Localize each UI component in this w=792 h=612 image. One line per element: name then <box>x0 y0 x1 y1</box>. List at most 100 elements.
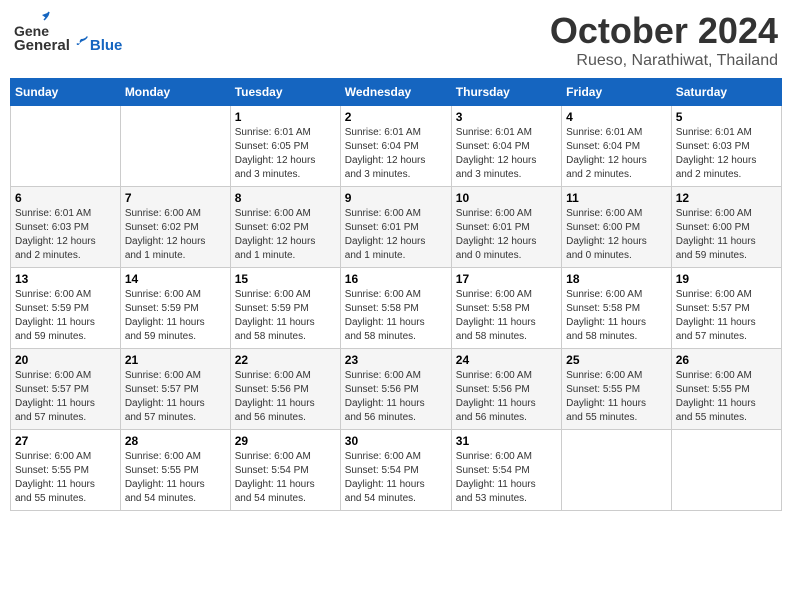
day-info: Sunrise: 6:00 AM Sunset: 6:02 PM Dayligh… <box>235 207 336 263</box>
day-number: 23 <box>345 353 447 367</box>
calendar-header: SundayMondayTuesdayWednesdayThursdayFrid… <box>11 79 782 106</box>
calendar-cell: 1 Sunrise: 6:01 AM Sunset: 6:05 PM Daylig… <box>230 106 340 187</box>
calendar-cell <box>562 430 672 511</box>
calendar-cell: 19 Sunrise: 6:00 AM Sunset: 5:57 PM Dayli… <box>671 268 781 349</box>
day-number: 31 <box>456 434 557 448</box>
day-number: 25 <box>566 353 667 367</box>
day-info: Sunrise: 6:00 AM Sunset: 5:57 PM Dayligh… <box>676 288 777 344</box>
day-number: 13 <box>15 272 116 286</box>
calendar-cell: 9Sunrise: 6:00 AM Sunset: 6:01 PM Daylig… <box>340 187 451 268</box>
day-info: Sunrise: 6:00 AM Sunset: 5:59 PM Dayligh… <box>235 288 336 344</box>
day-info: Sunrise: 6:00 AM Sunset: 5:55 PM Dayligh… <box>125 450 226 506</box>
day-info: Sunrise: 6:01 AM Sunset: 6:05 PM Dayligh… <box>235 126 336 182</box>
day-info: Sunrise: 6:00 AM Sunset: 5:56 PM Dayligh… <box>345 369 447 425</box>
calendar-week-1: 1 Sunrise: 6:01 AM Sunset: 6:05 PM Daylig… <box>11 106 782 187</box>
day-info: Sunrise: 6:00 AM Sunset: 6:02 PM Dayligh… <box>125 207 226 263</box>
day-number: 12 <box>676 191 777 205</box>
day-info: Sunrise: 6:00 AM Sunset: 5:54 PM Dayligh… <box>456 450 557 506</box>
logo-bird-icon <box>71 36 89 54</box>
day-info: Sunrise: 6:00 AM Sunset: 5:58 PM Dayligh… <box>456 288 557 344</box>
day-number: 5 <box>676 110 777 124</box>
day-number: 7 <box>125 191 226 205</box>
day-info: Sunrise: 6:00 AM Sunset: 5:57 PM Dayligh… <box>125 369 226 425</box>
day-info: Sunrise: 6:00 AM Sunset: 5:57 PM Dayligh… <box>15 369 116 425</box>
day-number: 2 <box>345 110 447 124</box>
day-info: Sunrise: 6:00 AM Sunset: 5:55 PM Dayligh… <box>15 450 116 506</box>
weekday-header-friday: Friday <box>562 79 672 106</box>
day-number: 1 <box>235 110 336 124</box>
day-info: Sunrise: 6:01 AM Sunset: 6:04 PM Dayligh… <box>345 126 447 182</box>
day-number: 24 <box>456 353 557 367</box>
calendar-cell: 30 Sunrise: 6:00 AM Sunset: 5:54 PM Dayli… <box>340 430 451 511</box>
day-info: Sunrise: 6:01 AM Sunset: 6:03 PM Dayligh… <box>676 126 777 182</box>
day-info: Sunrise: 6:00 AM Sunset: 5:55 PM Dayligh… <box>676 369 777 425</box>
calendar-week-3: 13 Sunrise: 6:00 AM Sunset: 5:59 PM Dayli… <box>11 268 782 349</box>
calendar-cell: 2 Sunrise: 6:01 AM Sunset: 6:04 PM Daylig… <box>340 106 451 187</box>
calendar-table: SundayMondayTuesdayWednesdayThursdayFrid… <box>10 78 782 511</box>
day-info: Sunrise: 6:01 AM Sunset: 6:04 PM Dayligh… <box>456 126 557 182</box>
calendar-cell: 5 Sunrise: 6:01 AM Sunset: 6:03 PM Daylig… <box>671 106 781 187</box>
calendar-cell: 26 Sunrise: 6:00 AM Sunset: 5:55 PM Dayli… <box>671 349 781 430</box>
weekday-header-thursday: Thursday <box>451 79 561 106</box>
calendar-cell: 14 Sunrise: 6:00 AM Sunset: 5:59 PM Dayli… <box>120 268 230 349</box>
logo-general: General <box>14 37 70 54</box>
calendar-cell: 13 Sunrise: 6:00 AM Sunset: 5:59 PM Dayli… <box>11 268 121 349</box>
day-info: Sunrise: 6:00 AM Sunset: 5:54 PM Dayligh… <box>235 450 336 506</box>
calendar-cell: 10 Sunrise: 6:00 AM Sunset: 6:01 PM Dayli… <box>451 187 561 268</box>
day-number: 19 <box>676 272 777 286</box>
calendar-week-4: 20 Sunrise: 6:00 AM Sunset: 5:57 PM Dayli… <box>11 349 782 430</box>
day-number: 21 <box>125 353 226 367</box>
calendar-cell: 16 Sunrise: 6:00 AM Sunset: 5:58 PM Dayli… <box>340 268 451 349</box>
day-number: 30 <box>345 434 447 448</box>
day-number: 29 <box>235 434 336 448</box>
calendar-cell: 22 Sunrise: 6:00 AM Sunset: 5:56 PM Dayli… <box>230 349 340 430</box>
day-number: 14 <box>125 272 226 286</box>
calendar-cell: 20 Sunrise: 6:00 AM Sunset: 5:57 PM Dayli… <box>11 349 121 430</box>
calendar-cell: 12 Sunrise: 6:00 AM Sunset: 6:00 PM Dayli… <box>671 187 781 268</box>
calendar-cell: 29 Sunrise: 6:00 AM Sunset: 5:54 PM Dayli… <box>230 430 340 511</box>
day-info: Sunrise: 6:00 AM Sunset: 5:59 PM Dayligh… <box>125 288 226 344</box>
calendar-cell: 17Sunrise: 6:00 AM Sunset: 5:58 PM Dayli… <box>451 268 561 349</box>
day-info: Sunrise: 6:01 AM Sunset: 6:03 PM Dayligh… <box>15 207 116 263</box>
day-info: Sunrise: 6:00 AM Sunset: 5:56 PM Dayligh… <box>456 369 557 425</box>
calendar-cell: 24 Sunrise: 6:00 AM Sunset: 5:56 PM Dayli… <box>451 349 561 430</box>
day-number: 4 <box>566 110 667 124</box>
month-title: October 2024 <box>550 10 778 52</box>
day-number: 27 <box>15 434 116 448</box>
calendar-cell: 23 Sunrise: 6:00 AM Sunset: 5:56 PM Dayli… <box>340 349 451 430</box>
day-info: Sunrise: 6:00 AM Sunset: 5:58 PM Dayligh… <box>345 288 447 344</box>
weekday-header-wednesday: Wednesday <box>340 79 451 106</box>
title-area: October 2024 Rueso, Narathiwat, Thailand <box>550 10 778 70</box>
day-number: 3 <box>456 110 557 124</box>
day-number: 6 <box>15 191 116 205</box>
calendar-cell: 28 Sunrise: 6:00 AM Sunset: 5:55 PM Dayli… <box>120 430 230 511</box>
day-number: 8 <box>235 191 336 205</box>
day-number: 20 <box>15 353 116 367</box>
calendar-cell <box>120 106 230 187</box>
day-number: 16 <box>345 272 447 286</box>
weekday-header-monday: Monday <box>120 79 230 106</box>
day-number: 10 <box>456 191 557 205</box>
day-number: 26 <box>676 353 777 367</box>
day-info: Sunrise: 6:00 AM Sunset: 5:56 PM Dayligh… <box>235 369 336 425</box>
location-subtitle: Rueso, Narathiwat, Thailand <box>550 52 778 70</box>
day-info: Sunrise: 6:00 AM Sunset: 5:54 PM Dayligh… <box>345 450 447 506</box>
day-number: 9 <box>345 191 447 205</box>
logo-blue: Blue <box>90 37 123 54</box>
day-info: Sunrise: 6:00 AM Sunset: 5:58 PM Dayligh… <box>566 288 667 344</box>
day-number: 22 <box>235 353 336 367</box>
calendar-cell: 3 Sunrise: 6:01 AM Sunset: 6:04 PM Daylig… <box>451 106 561 187</box>
day-info: Sunrise: 6:00 AM Sunset: 6:00 PM Dayligh… <box>566 207 667 263</box>
day-info: Sunrise: 6:00 AM Sunset: 5:59 PM Dayligh… <box>15 288 116 344</box>
day-info: Sunrise: 6:00 AM Sunset: 5:55 PM Dayligh… <box>566 369 667 425</box>
calendar-week-5: 27 Sunrise: 6:00 AM Sunset: 5:55 PM Dayli… <box>11 430 782 511</box>
weekday-header-sunday: Sunday <box>11 79 121 106</box>
logo: General General Blue <box>14 10 122 54</box>
day-number: 28 <box>125 434 226 448</box>
calendar-cell <box>11 106 121 187</box>
calendar-cell: 21 Sunrise: 6:00 AM Sunset: 5:57 PM Dayli… <box>120 349 230 430</box>
day-info: Sunrise: 6:00 AM Sunset: 6:00 PM Dayligh… <box>676 207 777 263</box>
day-info: Sunrise: 6:00 AM Sunset: 6:01 PM Dayligh… <box>456 207 557 263</box>
day-number: 15 <box>235 272 336 286</box>
day-number: 18 <box>566 272 667 286</box>
